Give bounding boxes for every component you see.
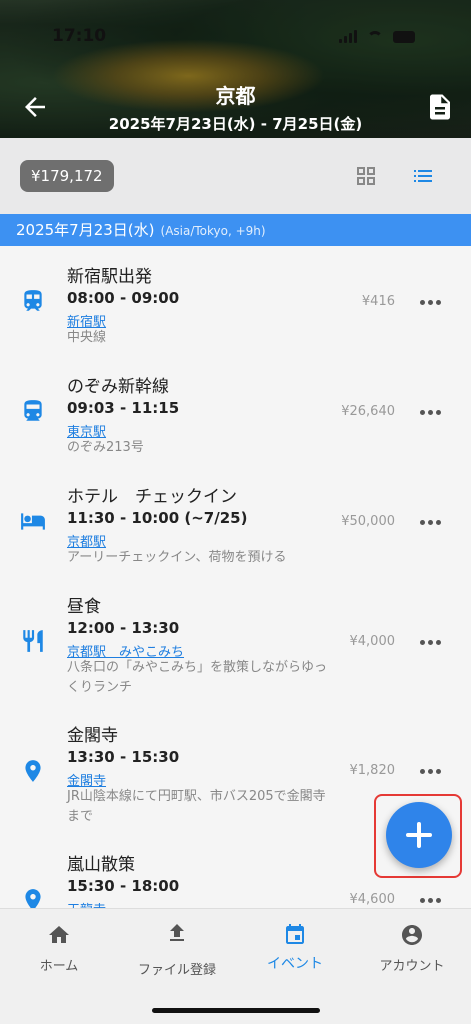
more-options-icon[interactable]	[420, 407, 446, 417]
event-price: ¥26,640	[341, 404, 395, 419]
restaurant-icon	[23, 630, 43, 652]
home-icon	[49, 926, 69, 943]
event-item[interactable]: 新宿駅出発 08:00 - 09:00 新宿駅 中央線 ¥416	[0, 246, 471, 361]
event-time: 12:00 - 13:30	[67, 619, 180, 637]
more-options-icon[interactable]	[420, 517, 446, 527]
trip-header: 17:10 京都 2025年7月23日(水) - 7月25日(金)	[0, 0, 471, 138]
add-event-button[interactable]	[386, 802, 452, 868]
event-title: のぞみ新幹線	[67, 377, 169, 397]
event-price: ¥416	[361, 294, 395, 309]
train-front-icon	[24, 400, 42, 421]
location-pin-icon	[25, 889, 41, 908]
home-indicator	[152, 1008, 320, 1013]
day-header: 2025年7月23日(水) (Asia/Tokyo, +9h)	[0, 214, 471, 246]
nav-account-label: アカウント	[379, 959, 445, 974]
list-view-icon[interactable]	[410, 164, 436, 188]
event-note: 中央線	[67, 330, 107, 345]
event-title: 新宿駅出発	[67, 267, 152, 287]
day-timezone: (Asia/Tokyo, +9h)	[160, 224, 266, 238]
grid-view-icon[interactable]	[354, 164, 378, 188]
more-options-icon[interactable]	[420, 895, 446, 905]
status-bar: 17:10	[0, 24, 471, 52]
event-item[interactable]: 昼食 12:00 - 13:30 京都駅 みやこみち 八条口の「みやこみち」を散…	[0, 576, 471, 706]
location-pin-icon	[25, 760, 41, 782]
event-item[interactable]: のぞみ新幹線 09:03 - 11:15 東京駅 のぞみ213号 ¥26,640	[0, 356, 471, 471]
event-note: アーリーチェックイン、荷物を預ける	[67, 550, 287, 565]
event-location-link[interactable]: 天龍寺	[67, 899, 106, 908]
event-price: ¥50,000	[341, 514, 395, 529]
day-date: 2025年7月23日(水)	[16, 221, 155, 239]
nav-file-upload-label: ファイル登録	[137, 963, 216, 978]
more-options-icon[interactable]	[420, 297, 446, 307]
account-icon	[402, 925, 422, 945]
event-note: 八条口の「みやこみち」を散策しながらゆっくりランチ	[67, 660, 328, 695]
hotel-bed-icon	[21, 513, 45, 530]
event-note: のぞみ213号	[67, 440, 144, 455]
nav-events-label: イベント	[267, 956, 323, 972]
event-time: 08:00 - 09:00	[67, 289, 180, 307]
event-title: 昼食	[67, 597, 101, 617]
event-title: 嵐山散策	[67, 855, 135, 875]
event-time: 11:30 - 10:00 (~7/25)	[67, 509, 248, 527]
event-title: 金閣寺	[67, 726, 118, 746]
nav-home[interactable]: ホーム	[0, 909, 118, 989]
event-time: 13:30 - 15:30	[67, 748, 180, 766]
status-time: 17:10	[52, 26, 107, 46]
signal-icon	[339, 30, 357, 43]
bottom-navigation: ホーム ファイル登録 イベント アカウント	[0, 908, 471, 1024]
total-cost-badge: ¥179,172	[20, 160, 114, 192]
event-price: ¥1,820	[349, 763, 396, 778]
more-options-icon[interactable]	[420, 766, 446, 776]
document-icon[interactable]	[425, 92, 455, 122]
calendar-icon	[286, 924, 304, 944]
nav-account[interactable]: アカウント	[353, 909, 471, 989]
event-price: ¥4,600	[349, 892, 396, 907]
upload-icon	[170, 924, 184, 941]
event-time: 09:03 - 11:15	[67, 399, 180, 417]
status-icons	[339, 30, 415, 43]
battery-icon	[393, 31, 415, 43]
nav-file-upload[interactable]: ファイル登録	[118, 909, 236, 989]
summary-row: ¥179,172	[0, 138, 471, 214]
more-options-icon[interactable]	[420, 637, 446, 647]
event-time: 15:30 - 18:00	[67, 877, 180, 895]
event-note: JR山陰本線にて円町駅、市バス205で金閣寺まで	[67, 789, 326, 824]
nav-events[interactable]: イベント	[236, 909, 354, 989]
event-title: ホテル チェックイン	[67, 487, 237, 507]
page-title: 京都	[215, 84, 256, 108]
nav-home-label: ホーム	[39, 959, 79, 974]
event-price: ¥4,000	[349, 634, 396, 649]
wifi-icon	[367, 31, 383, 43]
train-icon	[24, 290, 42, 311]
trip-dates: 2025年7月23日(水) - 7月25日(金)	[108, 115, 363, 133]
event-item[interactable]: ホテル チェックイン 11:30 - 10:00 (~7/25) 京都駅 アーリ…	[0, 466, 471, 581]
